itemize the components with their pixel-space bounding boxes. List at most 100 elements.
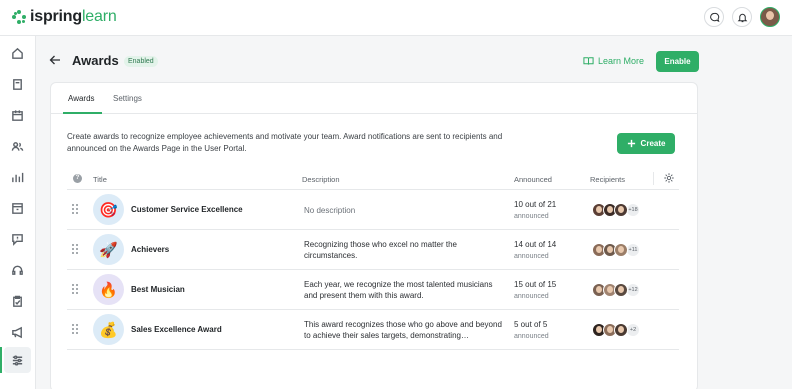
help-icon[interactable]: ? (73, 174, 82, 183)
announced-count: 14 out of 14 (514, 240, 557, 249)
avatar (614, 203, 628, 217)
announced-label: announced (514, 333, 549, 340)
sidebar-item-content[interactable] (4, 71, 31, 97)
tab-awards[interactable]: Awards (68, 94, 95, 103)
award-description: Each year, we recognize the most talente… (304, 280, 493, 300)
award-title[interactable]: Sales Excellence Award (131, 325, 222, 334)
sidebar-item-calendar[interactable] (4, 102, 31, 128)
award-title[interactable]: Customer Service Excellence (131, 205, 243, 214)
create-label: Create (640, 139, 666, 148)
rocket-icon: 🚀 (93, 234, 124, 265)
table-row[interactable]: 🔥 Best Musician Each year, we recognize … (67, 270, 679, 310)
clipboard-check-icon (13, 295, 22, 307)
announced-count: 10 out of 21 (514, 200, 557, 209)
user-avatar[interactable] (760, 7, 780, 27)
announced-cell: 10 out of 21 announced (514, 199, 556, 223)
learn-more-link[interactable]: Learn More (583, 56, 644, 66)
awards-card: Awards Settings Create awards to recogni… (50, 82, 698, 389)
active-tab-indicator (63, 112, 102, 114)
money-bag-icon: 💰 (93, 314, 124, 345)
sidebar-item-messages[interactable] (4, 226, 31, 252)
sidebar (0, 36, 36, 389)
plus-icon (627, 139, 635, 148)
gear-icon[interactable] (663, 172, 675, 184)
sidebar-item-announcements[interactable] (4, 319, 31, 345)
chat-button[interactable] (704, 7, 724, 27)
recipients-avatars[interactable]: +11 (592, 243, 640, 257)
megaphone-icon (12, 326, 22, 338)
more-recipients-badge: +11 (626, 243, 640, 257)
column-description: Description (302, 175, 340, 184)
announced-count: 5 out of 5 (514, 320, 548, 329)
book-icon (13, 78, 22, 90)
learn-more-label: Learn More (598, 56, 645, 66)
recipients-avatars[interactable]: +12 (592, 283, 640, 297)
award-title[interactable]: Achievers (131, 245, 169, 254)
announced-count: 15 out of 15 (514, 280, 557, 289)
more-recipients-badge: +2 (626, 323, 640, 337)
drag-handle-icon[interactable] (72, 324, 78, 334)
drag-handle-icon[interactable] (72, 204, 78, 214)
column-recipients: Recipients (590, 175, 626, 184)
avatar (614, 243, 628, 257)
drag-handle-icon[interactable] (72, 244, 78, 254)
avatar (614, 283, 628, 297)
create-button[interactable]: Create (617, 133, 675, 154)
sidebar-item-tasks[interactable] (4, 288, 31, 314)
tab-bar: Awards Settings (51, 83, 697, 114)
award-title[interactable]: Best Musician (131, 285, 185, 294)
back-button[interactable] (48, 53, 64, 69)
message-icon (12, 233, 23, 246)
sidebar-item-settings[interactable] (0, 347, 31, 373)
column-divider (653, 172, 654, 185)
logo-text: ispringlearn (30, 8, 117, 25)
announced-label: announced (514, 213, 549, 220)
table-row[interactable]: 💰 Sales Excellence Award This award reco… (67, 310, 679, 350)
more-recipients-badge: +12 (626, 283, 640, 297)
avatar (614, 323, 628, 337)
sidebar-item-reports[interactable] (4, 164, 31, 190)
flame-icon: 🔥 (93, 274, 124, 305)
users-icon (11, 141, 24, 151)
award-description: Recognizing those who excel no matter th… (304, 240, 457, 260)
recipients-avatars[interactable]: +2 (592, 323, 640, 337)
enable-button[interactable]: Enable (656, 51, 699, 72)
arrow-left-icon (49, 55, 60, 65)
recipients-avatars[interactable]: +18 (592, 203, 640, 217)
column-title[interactable]: Title (93, 175, 107, 184)
drag-handle-icon[interactable] (72, 284, 78, 294)
sidebar-item-home[interactable] (4, 40, 31, 66)
store-icon (12, 202, 23, 214)
announced-label: announced (514, 293, 549, 300)
home-icon (12, 47, 23, 59)
sidebar-item-users[interactable] (4, 133, 31, 159)
announced-label: announced (514, 253, 549, 260)
announced-cell: 15 out of 15 announced (514, 279, 556, 303)
more-recipients-badge: +18 (626, 203, 640, 217)
table-row[interactable]: 🚀 Achievers Recognizing those who excel … (67, 230, 679, 270)
table-header: ? Title Description Announced Recipients (67, 168, 679, 190)
chat-icon (709, 12, 719, 22)
bell-icon (737, 13, 747, 22)
column-announced[interactable]: Announced (514, 175, 552, 184)
sliders-icon (12, 354, 23, 366)
top-bar: ispringlearn (0, 0, 792, 36)
award-description: This award recognizes those who go above… (304, 320, 502, 340)
notifications-button[interactable] (732, 7, 752, 27)
award-description: No description (304, 206, 356, 215)
target-icon: 🎯 (93, 194, 124, 225)
book-open-icon (583, 57, 594, 65)
ispring-learn-logo[interactable]: ispringlearn (12, 8, 117, 26)
calendar-icon (12, 109, 23, 121)
sidebar-item-store[interactable] (4, 195, 31, 221)
status-badge: Enabled (124, 56, 158, 67)
announced-cell: 5 out of 5 announced (514, 319, 549, 343)
intro-text: Create awards to recognize employee achi… (67, 132, 503, 153)
tab-settings[interactable]: Settings (113, 94, 142, 103)
headset-icon (12, 265, 23, 275)
table-row[interactable]: 🎯 Customer Service Excellence No descrip… (67, 190, 679, 230)
page-title: Awards (72, 53, 119, 68)
sidebar-item-support[interactable] (4, 257, 31, 283)
announced-cell: 14 out of 14 announced (514, 239, 556, 263)
bar-chart-icon (12, 172, 24, 182)
